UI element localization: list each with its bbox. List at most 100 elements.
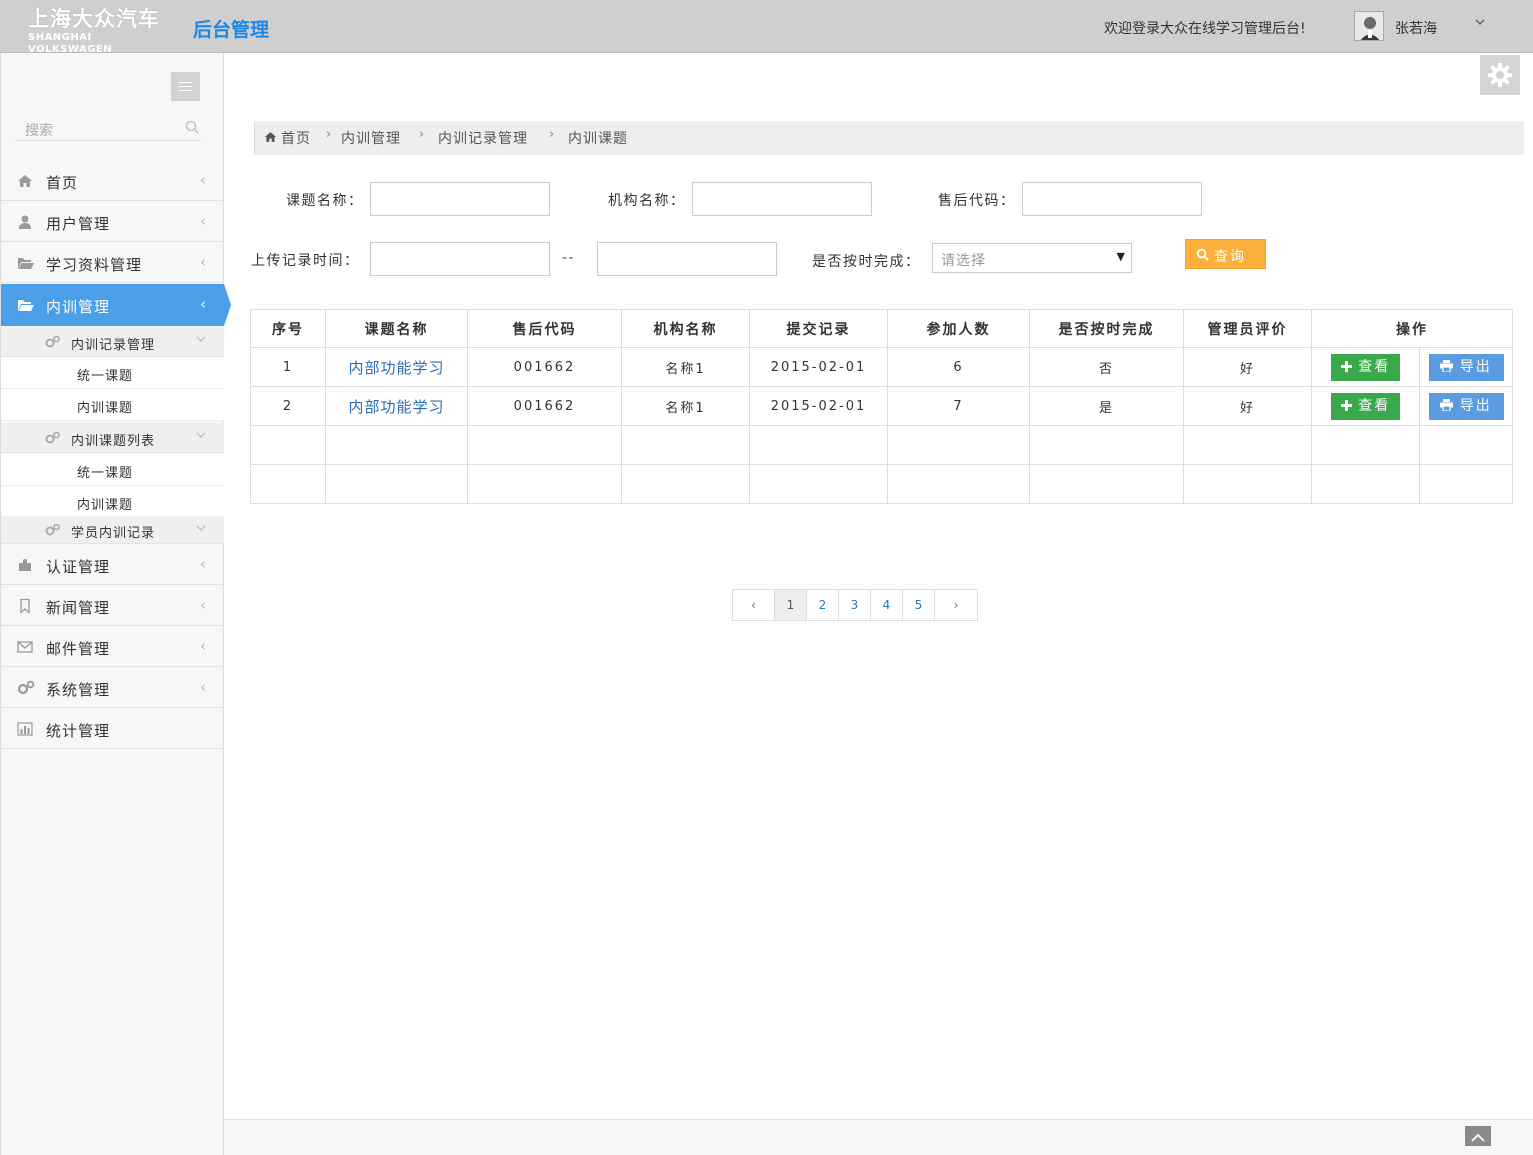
envelope-icon: [17, 639, 33, 655]
submenu-item-unified-topic[interactable]: 统一课题: [1, 357, 224, 389]
date-range-separator: --: [562, 250, 576, 266]
caret-down-icon: ▼: [1116, 250, 1125, 263]
cell-export-action: 导出: [1419, 347, 1513, 387]
export-button[interactable]: 导出: [1428, 392, 1504, 420]
empty-cell: [1419, 464, 1513, 504]
submenu-training-topic-list[interactable]: 内训课题列表: [1, 423, 224, 453]
upload-time-start-input[interactable]: [370, 242, 550, 276]
on-time-select[interactable]: 请选择 ▼: [932, 243, 1132, 273]
cell-export-action: 导出: [1419, 386, 1513, 426]
query-button[interactable]: 查询: [1185, 239, 1266, 269]
sidebar-item-label: 新闻管理: [46, 599, 111, 617]
training-topic-table: 序号 课题名称 售后代码 机构名称 提交记录 参加人数 是否按时完成 管理员评价…: [250, 309, 1513, 504]
pagination-page-5[interactable]: 5: [902, 589, 935, 621]
upload-time-end-input[interactable]: [597, 242, 777, 276]
empty-cell: [1311, 425, 1420, 465]
submenu-item-training-topic[interactable]: 内训课题: [1, 486, 224, 518]
empty-cell: [325, 425, 468, 465]
sidebar-item-learning-materials[interactable]: 学习资料管理 ‹: [1, 242, 224, 283]
search-icon[interactable]: [185, 120, 199, 138]
pagination-page-2[interactable]: 2: [806, 589, 839, 621]
submenu-item-unified-topic[interactable]: 统一课题: [1, 454, 224, 486]
empty-cell: [1183, 464, 1312, 504]
view-button-label: 查看: [1358, 397, 1391, 414]
empty-cell: [1311, 464, 1420, 504]
chevron-up-icon: [1471, 1131, 1485, 1147]
submenu-trainee-records[interactable]: 学员内训记录: [1, 516, 224, 544]
chevron-left-icon: ‹: [200, 678, 206, 696]
home-icon[interactable]: [264, 131, 277, 147]
sidebar-item-users[interactable]: 用户管理 ‹: [1, 201, 224, 242]
view-button[interactable]: 查看: [1331, 392, 1400, 420]
sidebar-search[interactable]: 搜索: [15, 115, 201, 141]
chevron-left-icon: ‹: [200, 555, 206, 573]
column-header: 售后代码: [467, 309, 622, 348]
settings-button[interactable]: [1480, 55, 1520, 95]
sidebar-item-system[interactable]: 系统管理 ‹: [1, 667, 224, 708]
breadcrumb-training-records[interactable]: 内训记录管理: [438, 128, 528, 148]
cell-topic-link[interactable]: 内部功能学习: [325, 347, 468, 387]
column-header: 序号: [250, 309, 326, 348]
search-icon: [1196, 248, 1209, 265]
sidebar-item-certification[interactable]: 认证管理 ‹: [1, 544, 224, 585]
org-name-label: 机构名称：: [608, 193, 686, 209]
brand-logo[interactable]: 上海大众汽车 SHANGHAI VOLKSWAGEN: [28, 6, 178, 55]
submenu-item-training-topic[interactable]: 内训课题: [1, 389, 224, 421]
export-button[interactable]: 导出: [1428, 353, 1504, 381]
export-button-label: 导出: [1459, 358, 1492, 375]
pagination-page-1[interactable]: 1: [774, 589, 807, 621]
cell-view-action: 查看: [1311, 386, 1420, 426]
sidebar-item-statistics[interactable]: 统计管理: [1, 708, 224, 749]
service-code-input[interactable]: [1022, 182, 1202, 216]
scroll-to-top-button[interactable]: [1465, 1126, 1491, 1146]
sidebar-toggle-button[interactable]: [171, 72, 200, 101]
empty-cell: [1029, 464, 1184, 504]
breadcrumb-home[interactable]: 首页: [281, 128, 311, 148]
submenu-training-records[interactable]: 内训记录管理: [1, 327, 224, 357]
on-time-label: 是否按时完成：: [812, 254, 921, 270]
cell-admin-eval: 好: [1183, 347, 1312, 387]
submenu-label: 学员内训记录: [71, 526, 156, 541]
sidebar-item-mail[interactable]: 邮件管理 ‹: [1, 626, 224, 667]
sidebar-item-label: 系统管理: [46, 681, 111, 699]
column-header: 机构名称: [621, 309, 750, 348]
username[interactable]: 张若海: [1395, 18, 1437, 38]
sidebar-item-training[interactable]: 内训管理 ‹: [1, 284, 231, 326]
org-name-input[interactable]: [692, 182, 872, 216]
sidebar-item-home[interactable]: 首页 ‹: [1, 160, 224, 201]
pagination-page-3[interactable]: 3: [838, 589, 871, 621]
pagination-page-4[interactable]: 4: [870, 589, 903, 621]
sidebar-item-label: 内训管理: [46, 298, 111, 316]
view-button[interactable]: 查看: [1331, 353, 1400, 381]
column-header: 管理员评价: [1183, 309, 1312, 348]
user-icon: [17, 214, 33, 230]
avatar[interactable]: [1354, 11, 1384, 41]
column-header: 操作: [1311, 309, 1513, 348]
breadcrumb-training[interactable]: 内训管理: [341, 128, 401, 148]
search-input[interactable]: 搜索: [25, 120, 53, 140]
submenu-item-label: 内训课题: [77, 401, 134, 416]
column-header: 是否按时完成: [1029, 309, 1184, 348]
cogs-icon: [45, 523, 61, 541]
submenu-item-label: 统一课题: [77, 466, 134, 481]
view-button-label: 查看: [1358, 358, 1391, 375]
pagination-prev[interactable]: ‹: [732, 589, 775, 621]
chevron-left-icon: ‹: [200, 596, 206, 614]
plus-icon: [1340, 399, 1352, 411]
export-button-label: 导出: [1459, 397, 1492, 414]
gear-icon: [1487, 62, 1513, 92]
cell-on-time: 否: [1029, 347, 1184, 387]
chevron-down-icon[interactable]: [1475, 15, 1485, 29]
breadcrumb-separator: ›: [326, 127, 332, 142]
plus-icon: [1340, 360, 1352, 372]
cell-topic-link[interactable]: 内部功能学习: [325, 386, 468, 426]
submenu-item-label: 内训课题: [77, 498, 134, 513]
empty-cell: [887, 464, 1030, 504]
breadcrumb-current: 内训课题: [568, 131, 628, 147]
topic-name-input[interactable]: [370, 182, 550, 216]
chevron-left-icon: ‹: [200, 295, 206, 313]
pagination-next[interactable]: ›: [934, 589, 978, 621]
cogs-icon: [45, 335, 61, 353]
sidebar-item-news[interactable]: 新闻管理 ‹: [1, 585, 224, 626]
logo-chinese-text: 上海大众汽车: [28, 7, 160, 31]
